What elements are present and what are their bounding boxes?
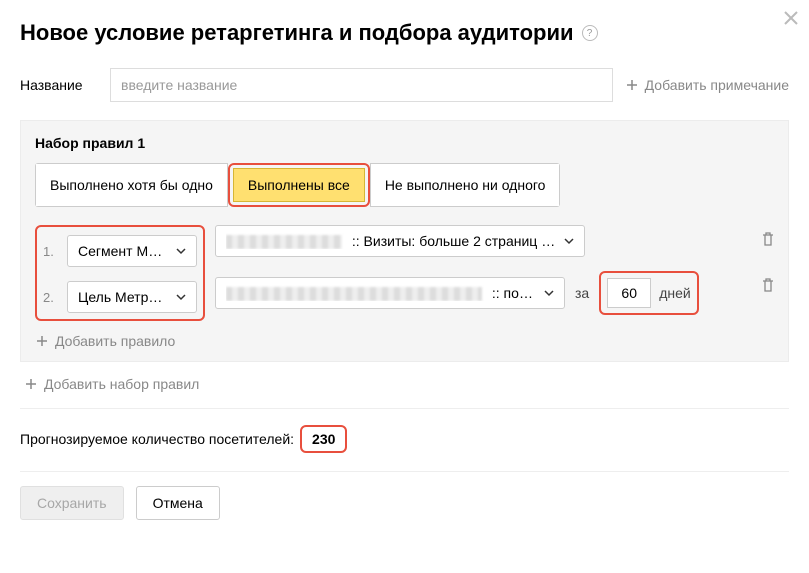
modal-header: Новое условие ретаргетинга и подбора ауд… — [20, 20, 789, 46]
rule-number: 2. — [43, 290, 57, 305]
match-option-none[interactable]: Не выполнено ни одного — [370, 163, 561, 207]
name-input[interactable] — [110, 68, 613, 102]
rule-type-label: Сегмент Ме… — [78, 243, 170, 259]
trash-icon — [760, 231, 776, 247]
add-rule-label: Добавить правило — [55, 333, 175, 349]
rule-row-1-left: 1. Сегмент Ме… — [43, 235, 197, 267]
rule-target-select-2[interactable]: :: посетил … — [215, 277, 565, 309]
add-ruleset-button[interactable]: Добавить набор правил — [20, 376, 789, 408]
period-prefix: за — [575, 285, 589, 301]
match-option-all[interactable]: Выполнены все — [233, 168, 365, 202]
modal-footer: Сохранить Отмена — [20, 471, 789, 538]
retargeting-condition-modal: Новое условие ретаргетинга и подбора ауд… — [0, 0, 809, 538]
rules-block: 1. Сегмент Ме… 2. Цель Метри… — [35, 225, 774, 329]
rule-target-label: :: посетил … — [226, 285, 538, 301]
forecast-row: Прогнозируемое количество посетителей: 2… — [20, 408, 789, 471]
highlight-forecast: 230 — [300, 425, 347, 453]
rule-number: 1. — [43, 244, 57, 259]
days-input[interactable] — [607, 278, 651, 308]
highlight-days: дней — [599, 271, 699, 315]
highlight-rule-types: 1. Сегмент Ме… 2. Цель Метри… — [35, 225, 205, 321]
add-ruleset-label: Добавить набор правил — [44, 376, 199, 392]
rule-type-select-1[interactable]: Сегмент Ме… — [67, 235, 197, 267]
add-note-label: Добавить примечание — [645, 77, 789, 93]
help-icon[interactable]: ? — [582, 25, 598, 41]
page-title: Новое условие ретаргетинга и подбора ауд… — [20, 20, 574, 46]
rule-type-select-2[interactable]: Цель Метри… — [67, 281, 197, 313]
add-rule-button[interactable]: Добавить правило — [35, 329, 774, 351]
plus-icon — [35, 334, 49, 348]
redacted-text — [226, 287, 482, 301]
rule-type-label: Цель Метри… — [78, 289, 170, 305]
chevron-down-icon — [564, 236, 574, 246]
delete-rule-button-2[interactable] — [760, 277, 776, 296]
chevron-down-icon — [544, 288, 554, 298]
rule-row-2-right: :: посетил … за дней — [215, 271, 774, 315]
days-label: дней — [659, 285, 691, 301]
rule-row-1-right: :: Визиты: больше 2 страниц и б… — [215, 225, 774, 257]
rule-target-label: :: Визиты: больше 2 страниц и б… — [226, 233, 558, 249]
rules-right-col: :: Визиты: больше 2 страниц и б… :: посе… — [215, 225, 774, 315]
rule-row-2-left: 2. Цель Метри… — [43, 281, 197, 313]
ruleset-match-segmented: Выполнено хотя бы одно Выполнены все Не … — [35, 163, 560, 207]
name-label: Название — [20, 77, 98, 93]
cancel-button[interactable]: Отмена — [136, 486, 220, 520]
ruleset-title: Набор правил 1 — [35, 135, 774, 151]
chevron-down-icon — [176, 292, 186, 302]
trash-icon — [760, 277, 776, 293]
delete-rule-button-1[interactable] — [760, 231, 776, 250]
save-button[interactable]: Сохранить — [20, 486, 124, 520]
redacted-text — [226, 235, 342, 249]
highlight-match-all: Выполнены все — [228, 163, 370, 207]
rule-target-select-1[interactable]: :: Визиты: больше 2 страниц и б… — [215, 225, 585, 257]
forecast-value: 230 — [312, 431, 335, 447]
forecast-label: Прогнозируемое количество посетителей: — [20, 431, 294, 447]
close-icon[interactable] — [781, 8, 801, 28]
match-option-at-least-one[interactable]: Выполнено хотя бы одно — [35, 163, 228, 207]
plus-icon — [625, 78, 639, 92]
add-note-button[interactable]: Добавить примечание — [625, 77, 789, 93]
name-row: Название Добавить примечание — [20, 68, 789, 102]
plus-icon — [24, 377, 38, 391]
chevron-down-icon — [176, 246, 186, 256]
ruleset-box: Набор правил 1 Выполнено хотя бы одно Вы… — [20, 120, 789, 362]
